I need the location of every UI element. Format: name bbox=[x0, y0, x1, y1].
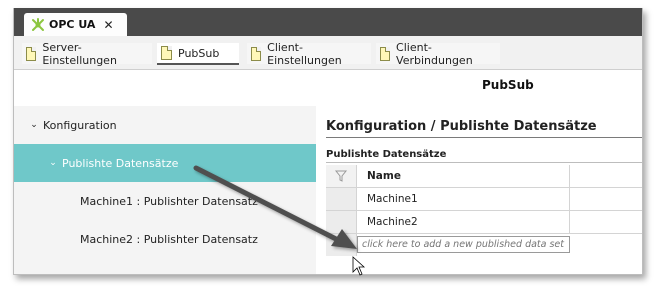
tab-client-verbindungen[interactable]: Client-Verbindungen bbox=[376, 40, 500, 67]
tree-item-konfiguration[interactable]: ⌄ Konfiguration bbox=[14, 106, 331, 144]
tab-label: Client-Einstellungen bbox=[267, 40, 342, 67]
tree-item-label: Machine2 : Publishter Datensatz bbox=[80, 232, 258, 246]
table-cell-empty bbox=[571, 188, 642, 210]
document-icon bbox=[251, 46, 262, 61]
column-filter-cell[interactable] bbox=[326, 165, 357, 187]
tree-item-label: Konfiguration bbox=[43, 118, 117, 132]
table-cell-name[interactable]: Machine2 bbox=[357, 211, 570, 233]
document-icon bbox=[380, 46, 391, 61]
tab-label: PubSub bbox=[178, 46, 220, 60]
page-header: PubSub bbox=[14, 70, 642, 102]
opc-ua-logo-icon bbox=[31, 17, 45, 32]
grid-title: Publishte Datensätze bbox=[326, 149, 447, 160]
document-icon bbox=[26, 46, 37, 61]
row-selector bbox=[326, 234, 357, 256]
add-row[interactable] bbox=[326, 234, 642, 256]
column-header-name[interactable]: Name bbox=[357, 165, 570, 187]
filter-icon[interactable] bbox=[326, 165, 356, 187]
add-data-set-input[interactable] bbox=[357, 236, 570, 253]
divider bbox=[326, 162, 642, 163]
chevron-down-icon[interactable]: ⌄ bbox=[48, 158, 58, 168]
top-bar: OPC UA ✕ bbox=[14, 8, 642, 36]
column-header-empty bbox=[571, 165, 642, 187]
tree-item-label: Publishte Datensätze bbox=[62, 156, 179, 170]
grid-header-row: Name bbox=[326, 165, 642, 188]
app-tab[interactable]: OPC UA ✕ bbox=[24, 13, 127, 36]
table-row[interactable]: Machine1 bbox=[326, 188, 642, 211]
table-cell-name[interactable]: Machine1 bbox=[357, 188, 570, 210]
divider bbox=[326, 137, 642, 138]
row-selector[interactable] bbox=[326, 211, 357, 233]
content-panel: Konfiguration / Publishte Datensätze Pub… bbox=[316, 102, 642, 274]
tab-bar: Server-Einstellungen PubSub Client-Einst… bbox=[14, 36, 642, 70]
close-icon[interactable]: ✕ bbox=[103, 18, 113, 32]
document-icon bbox=[161, 46, 172, 60]
tab-client-einstellungen[interactable]: Client-Einstellungen bbox=[247, 40, 371, 67]
app-tab-title: OPC UA bbox=[49, 18, 96, 31]
tab-label: Server-Einstellungen bbox=[42, 40, 117, 67]
table-cell-empty bbox=[571, 211, 642, 233]
tree-item-label: Machine1 : Publishter Datensatz bbox=[80, 194, 258, 208]
table-row[interactable]: Machine2 bbox=[326, 211, 642, 234]
chevron-down-icon[interactable]: ⌄ bbox=[29, 120, 39, 130]
tab-label: Client-Verbindungen bbox=[396, 40, 473, 67]
row-selector[interactable] bbox=[326, 188, 357, 210]
tab-server-einstellungen[interactable]: Server-Einstellungen bbox=[22, 40, 152, 67]
sidebar-tree: ⌄ Konfiguration ⌄ Publishte Datensätze M… bbox=[14, 106, 350, 274]
page-title: PubSub bbox=[482, 78, 534, 92]
tree-item-publishte-datensaetze[interactable]: ⌄ Publishte Datensätze bbox=[14, 144, 350, 182]
tab-pubsub[interactable]: PubSub bbox=[157, 43, 239, 65]
section-heading: Konfiguration / Publishte Datensätze bbox=[326, 119, 597, 134]
app-window: OPC UA ✕ Server-Einstellungen PubSub Cli… bbox=[13, 8, 643, 275]
